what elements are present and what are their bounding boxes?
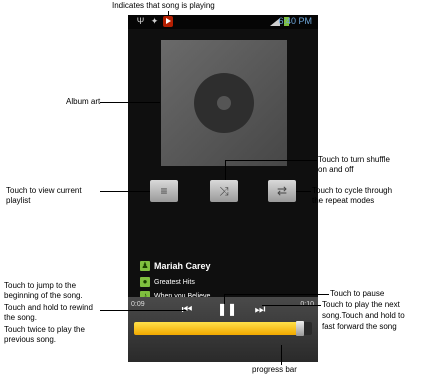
- annotation-rewind-4: the song.: [4, 313, 37, 322]
- annotation-shuffle-line-h: [225, 160, 317, 161]
- annotation-album-art: Album art: [66, 97, 101, 106]
- pause-icon: ❚❚: [217, 302, 238, 316]
- usb-icon: Ψ: [136, 16, 145, 26]
- playing-status-icon: [163, 16, 173, 27]
- annotation-progress: progress bar: [252, 365, 297, 374]
- annotation-next-1: Touch to play the next: [322, 300, 400, 309]
- annotation-next-3: fast forward the song: [322, 322, 397, 331]
- pause-button[interactable]: ❚❚: [217, 302, 237, 316]
- shuffle-icon: ⤨: [219, 184, 229, 198]
- album-name: Greatest Hits: [154, 279, 195, 286]
- annotation-playlist-2: playlist: [6, 196, 31, 205]
- shuffle-button[interactable]: ⤨: [210, 180, 238, 202]
- annotation-playlist-line: [100, 191, 150, 192]
- artist-icon: ♟: [140, 261, 150, 271]
- playlist-button[interactable]: ≡: [150, 180, 178, 202]
- annotation-playlist-1: Touch to view current: [6, 186, 82, 195]
- annotation-rewind-2: beginning of the song.: [4, 291, 83, 300]
- artist-name: Mariah Carey: [154, 261, 211, 271]
- elapsed-time: 0:09: [131, 301, 145, 308]
- annotation-next-line: [262, 305, 321, 306]
- android-icon: ✦: [150, 16, 159, 26]
- annotation-rewind-6: previous song.: [4, 335, 57, 344]
- progress-bar[interactable]: [134, 322, 312, 335]
- annotation-playing: Indicates that song is playing: [112, 1, 215, 10]
- annotation-repeat-line: [296, 191, 311, 192]
- annotation-progress-line: [281, 345, 282, 365]
- annotation-repeat-2: the repeat modes: [312, 196, 375, 205]
- annotation-album-art-line: [100, 102, 160, 103]
- playback-controls: 0:09 0:10 ⏮ ❚❚ ⏭: [128, 297, 318, 362]
- annotation-next-2: song.Touch and hold to: [322, 311, 405, 320]
- annotation-shuffle-2: on and off: [318, 165, 354, 174]
- previous-button[interactable]: ⏮: [180, 302, 194, 316]
- album-art[interactable]: [161, 40, 287, 166]
- status-bar: Ψ ✦ 6:40 PM: [128, 15, 318, 29]
- previous-icon: ⏮: [181, 302, 193, 316]
- repeat-button[interactable]: ⇄: [268, 180, 296, 202]
- annotation-rewind-1: Touch to jump to the: [4, 281, 77, 290]
- annotation-repeat-1: Touch to cycle through: [312, 186, 393, 195]
- progress-thumb[interactable]: [296, 321, 304, 336]
- repeat-icon: ⇄: [276, 184, 288, 198]
- annotation-rewind-5: Touch twice to play the: [4, 325, 85, 334]
- status-time: 6:40 PM: [278, 16, 312, 26]
- annotation-pause: Touch to pause: [330, 289, 385, 298]
- annotation-pause-line-v: [224, 294, 225, 304]
- album-icon: ●: [140, 277, 150, 287]
- annotation-shuffle-1: Touch to turn shuffle: [318, 155, 390, 164]
- playlist-icon: ≡: [160, 184, 168, 198]
- progress-fill: [134, 322, 300, 335]
- annotation-pause-line-h: [224, 294, 329, 295]
- annotation-shuffle-line-v: [225, 160, 226, 180]
- disc-icon: [194, 73, 254, 133]
- annotation-rewind-3: Touch and hold to rewind: [4, 303, 93, 312]
- annotation-rewind-line: [100, 310, 186, 311]
